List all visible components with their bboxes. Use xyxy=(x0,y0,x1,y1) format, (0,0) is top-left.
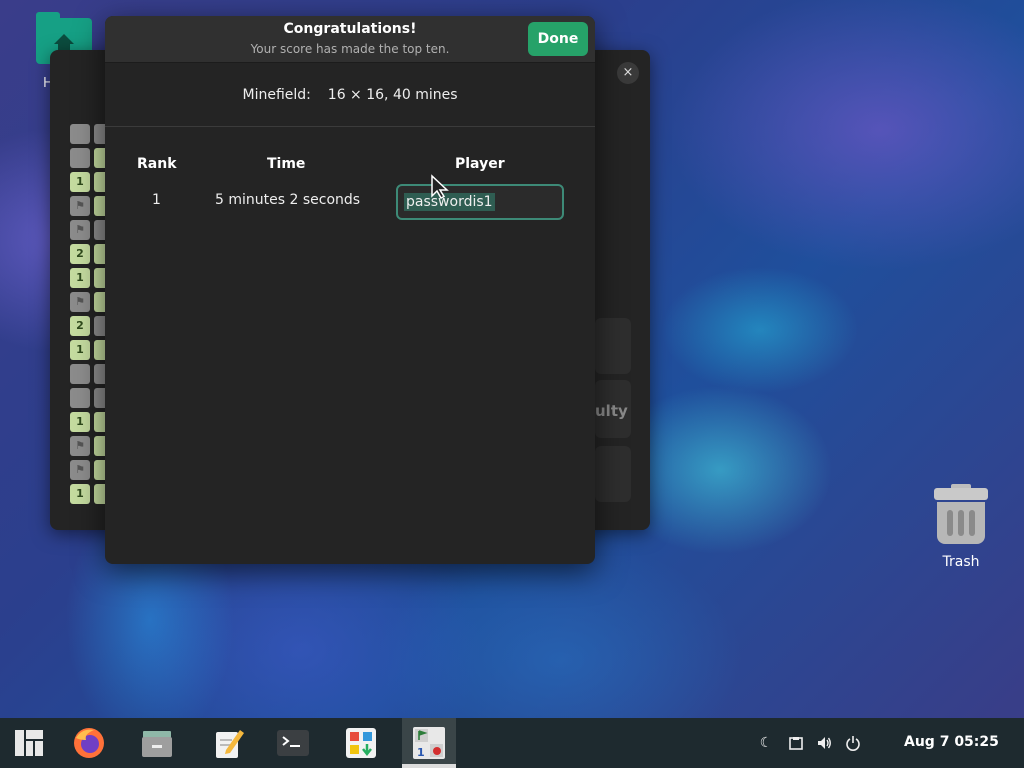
clipboard-icon[interactable] xyxy=(788,735,804,751)
dialog-header: Congratulations! Your score has made the… xyxy=(105,16,595,63)
mine-cell[interactable]: 2 xyxy=(70,244,90,264)
mine-cell[interactable] xyxy=(94,340,105,360)
trash-icon xyxy=(934,484,988,546)
minefield-info: Minefield: 16 × 16, 40 mines xyxy=(105,87,595,103)
mine-cell[interactable] xyxy=(94,460,105,480)
mine-cell[interactable]: 1 xyxy=(70,268,90,288)
mine-cell[interactable] xyxy=(70,148,90,168)
column-header-time: Time xyxy=(267,156,306,172)
mine-cell[interactable]: ⚑ xyxy=(70,196,90,216)
column-header-player: Player xyxy=(455,156,505,172)
difficulty-label: ulty xyxy=(595,402,628,420)
score-rank: 1 xyxy=(152,192,161,208)
column-header-rank: Rank xyxy=(137,156,177,172)
svg-text:1: 1 xyxy=(417,746,425,759)
scores-dialog: Congratulations! Your score has made the… xyxy=(105,16,595,564)
mine-cell[interactable] xyxy=(94,388,105,408)
trash-label: Trash xyxy=(942,554,980,570)
software-center-icon[interactable] xyxy=(344,726,378,760)
mouse-pointer-icon xyxy=(431,174,449,199)
mine-cell[interactable] xyxy=(94,268,105,288)
volume-icon[interactable] xyxy=(816,735,832,751)
mine-cell[interactable] xyxy=(94,484,105,504)
score-time: 5 minutes 2 seconds xyxy=(215,192,361,208)
difficulty-button-large[interactable] xyxy=(595,446,631,502)
mine-cell[interactable] xyxy=(94,124,105,144)
difficulty-button-small[interactable] xyxy=(595,318,631,374)
trash-desktop-item[interactable]: Trash xyxy=(930,484,992,570)
mine-cell[interactable]: 2 xyxy=(70,316,90,336)
mine-cell[interactable] xyxy=(94,316,105,336)
mine-cell[interactable] xyxy=(70,388,90,408)
menu-icon[interactable] xyxy=(12,726,46,760)
power-icon[interactable] xyxy=(845,735,861,751)
mine-cell[interactable]: ⚑ xyxy=(70,220,90,240)
mine-cell[interactable]: ⚑ xyxy=(70,460,90,480)
mine-cell[interactable]: 1 xyxy=(70,484,90,504)
mine-cell[interactable] xyxy=(94,436,105,456)
mine-cell[interactable] xyxy=(94,244,105,264)
mine-cell[interactable]: ⚑ xyxy=(70,292,90,312)
mines-app-icon[interactable]: 1 xyxy=(412,726,446,760)
firefox-icon[interactable] xyxy=(72,726,106,760)
separator xyxy=(105,126,595,127)
mine-cell[interactable]: 1 xyxy=(70,340,90,360)
mine-cell[interactable]: 1 xyxy=(70,172,90,192)
night-light-icon[interactable]: ☾ xyxy=(758,735,774,751)
done-button[interactable]: Done xyxy=(528,22,588,56)
mine-cell[interactable] xyxy=(70,364,90,384)
minefield-value: 16 × 16, 40 mines xyxy=(327,87,458,103)
minefield-label: Minefield: xyxy=(242,87,311,103)
files-icon[interactable] xyxy=(140,726,174,760)
text-editor-icon[interactable] xyxy=(212,726,246,760)
clock[interactable]: Aug 7 05:25 xyxy=(904,734,999,750)
mine-cell[interactable]: ⚑ xyxy=(70,436,90,456)
close-icon[interactable]: × xyxy=(617,62,639,84)
mine-cell[interactable] xyxy=(94,292,105,312)
mine-cell[interactable]: 1 xyxy=(70,412,90,432)
mine-cell[interactable] xyxy=(94,196,105,216)
mine-cell[interactable] xyxy=(94,364,105,384)
dialog-subtitle: Your score has made the top ten. xyxy=(250,42,450,56)
mine-cell[interactable] xyxy=(94,148,105,168)
player-name-input[interactable]: passwordis1 xyxy=(396,184,564,220)
mine-cell[interactable] xyxy=(94,220,105,240)
mine-cell[interactable] xyxy=(94,172,105,192)
mine-cell[interactable] xyxy=(70,124,90,144)
mine-cell[interactable] xyxy=(94,412,105,432)
dialog-title: Congratulations! xyxy=(283,21,417,37)
terminal-icon[interactable] xyxy=(276,726,310,760)
taskbar: 1 ☾ Aug 7 05:25 xyxy=(0,718,1024,768)
